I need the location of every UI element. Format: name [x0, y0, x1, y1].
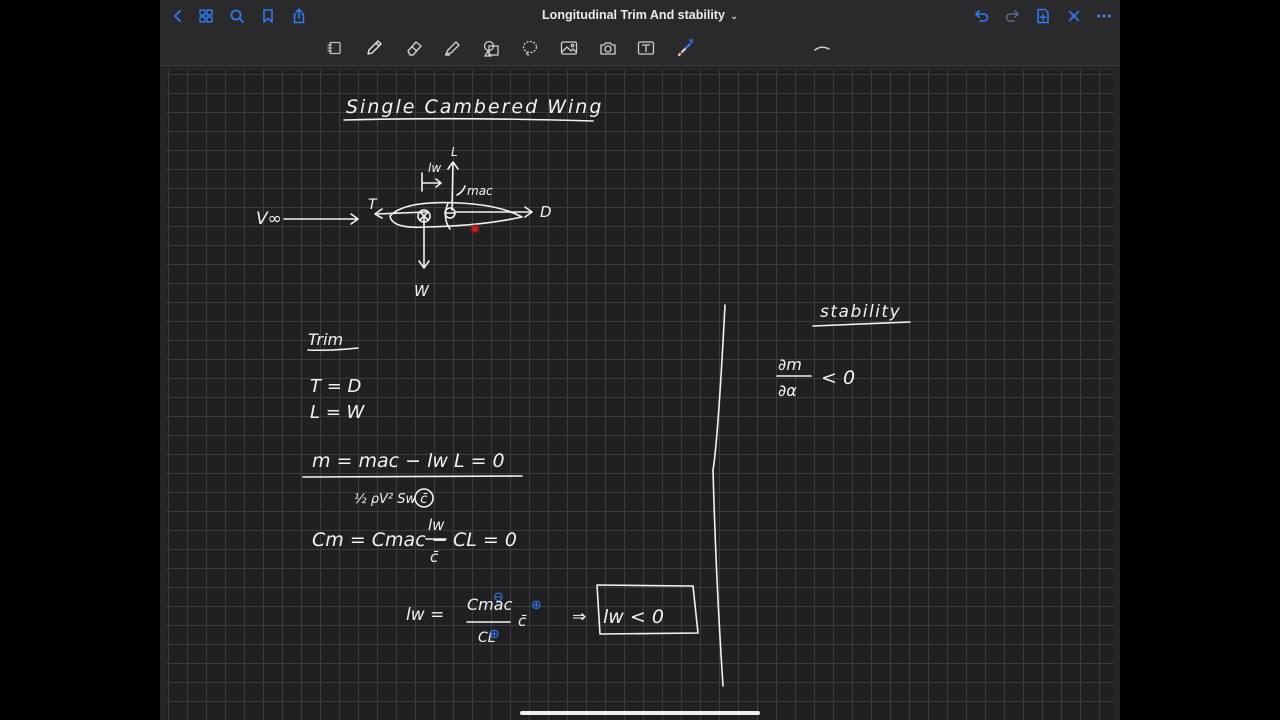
laser-dot [472, 226, 478, 232]
plus-sign-blue-1: ⊕ [531, 598, 542, 613]
home-indicator[interactable] [520, 711, 760, 715]
eq-lw-num: Cmac [467, 595, 513, 614]
eq-lw-cbar: c̄ [518, 612, 527, 630]
eq-cm-frac-num: lw [428, 516, 445, 534]
stability-underline [812, 321, 911, 327]
heading-wing: Single Cambered Wing [346, 96, 603, 118]
boxed-result: lw < 0 [603, 606, 664, 628]
eq-arrow: ⇒ [572, 607, 586, 627]
stab-den: ∂α [778, 381, 797, 400]
ink-layer: Single Cambered Wing L lw mac V∞ T D W T… [256, 96, 911, 687]
label-thrust: T [368, 197, 378, 213]
fraction-bar [302, 475, 523, 478]
label-lift: L [451, 145, 458, 159]
label-drag: D [540, 203, 552, 221]
moment-arc [456, 185, 466, 196]
airfoil-shape [389, 201, 523, 229]
heading-stability: stability [820, 302, 901, 322]
stab-num: ∂m [778, 355, 802, 374]
heading-underline [343, 117, 594, 122]
minus-sign-blue: ⊖ [493, 590, 504, 605]
label-lw-top: lw [428, 161, 441, 175]
lw-dimension [421, 172, 442, 192]
stab-rel: < 0 [821, 367, 855, 389]
notes-app: Longitudinal Trim And stability ⌄ Single… [160, 0, 1120, 720]
eq-cm-tail: CL = 0 [453, 529, 517, 551]
eq-lw-lhs: lw = [406, 605, 444, 625]
label-vinf: V∞ [256, 209, 282, 229]
eq-moment: m = mac − lw L = 0 [312, 450, 505, 472]
label-weight: W [414, 282, 430, 300]
eq-dynamic-pressure: ½ ρV² Sw c̄ [354, 492, 428, 507]
freestream-arrow [283, 213, 359, 225]
plus-sign-blue-2: ⊕ [489, 627, 500, 642]
divider-line [712, 304, 726, 687]
label-mac: mac [467, 184, 493, 198]
eq-thrust-drag: T = D [310, 376, 361, 397]
eq-lift-weight: L = W [310, 402, 366, 423]
heading-trim: Trim [308, 330, 343, 349]
eq-cm-frac-den: c̄ [430, 548, 439, 566]
weight-arrow [418, 217, 430, 269]
